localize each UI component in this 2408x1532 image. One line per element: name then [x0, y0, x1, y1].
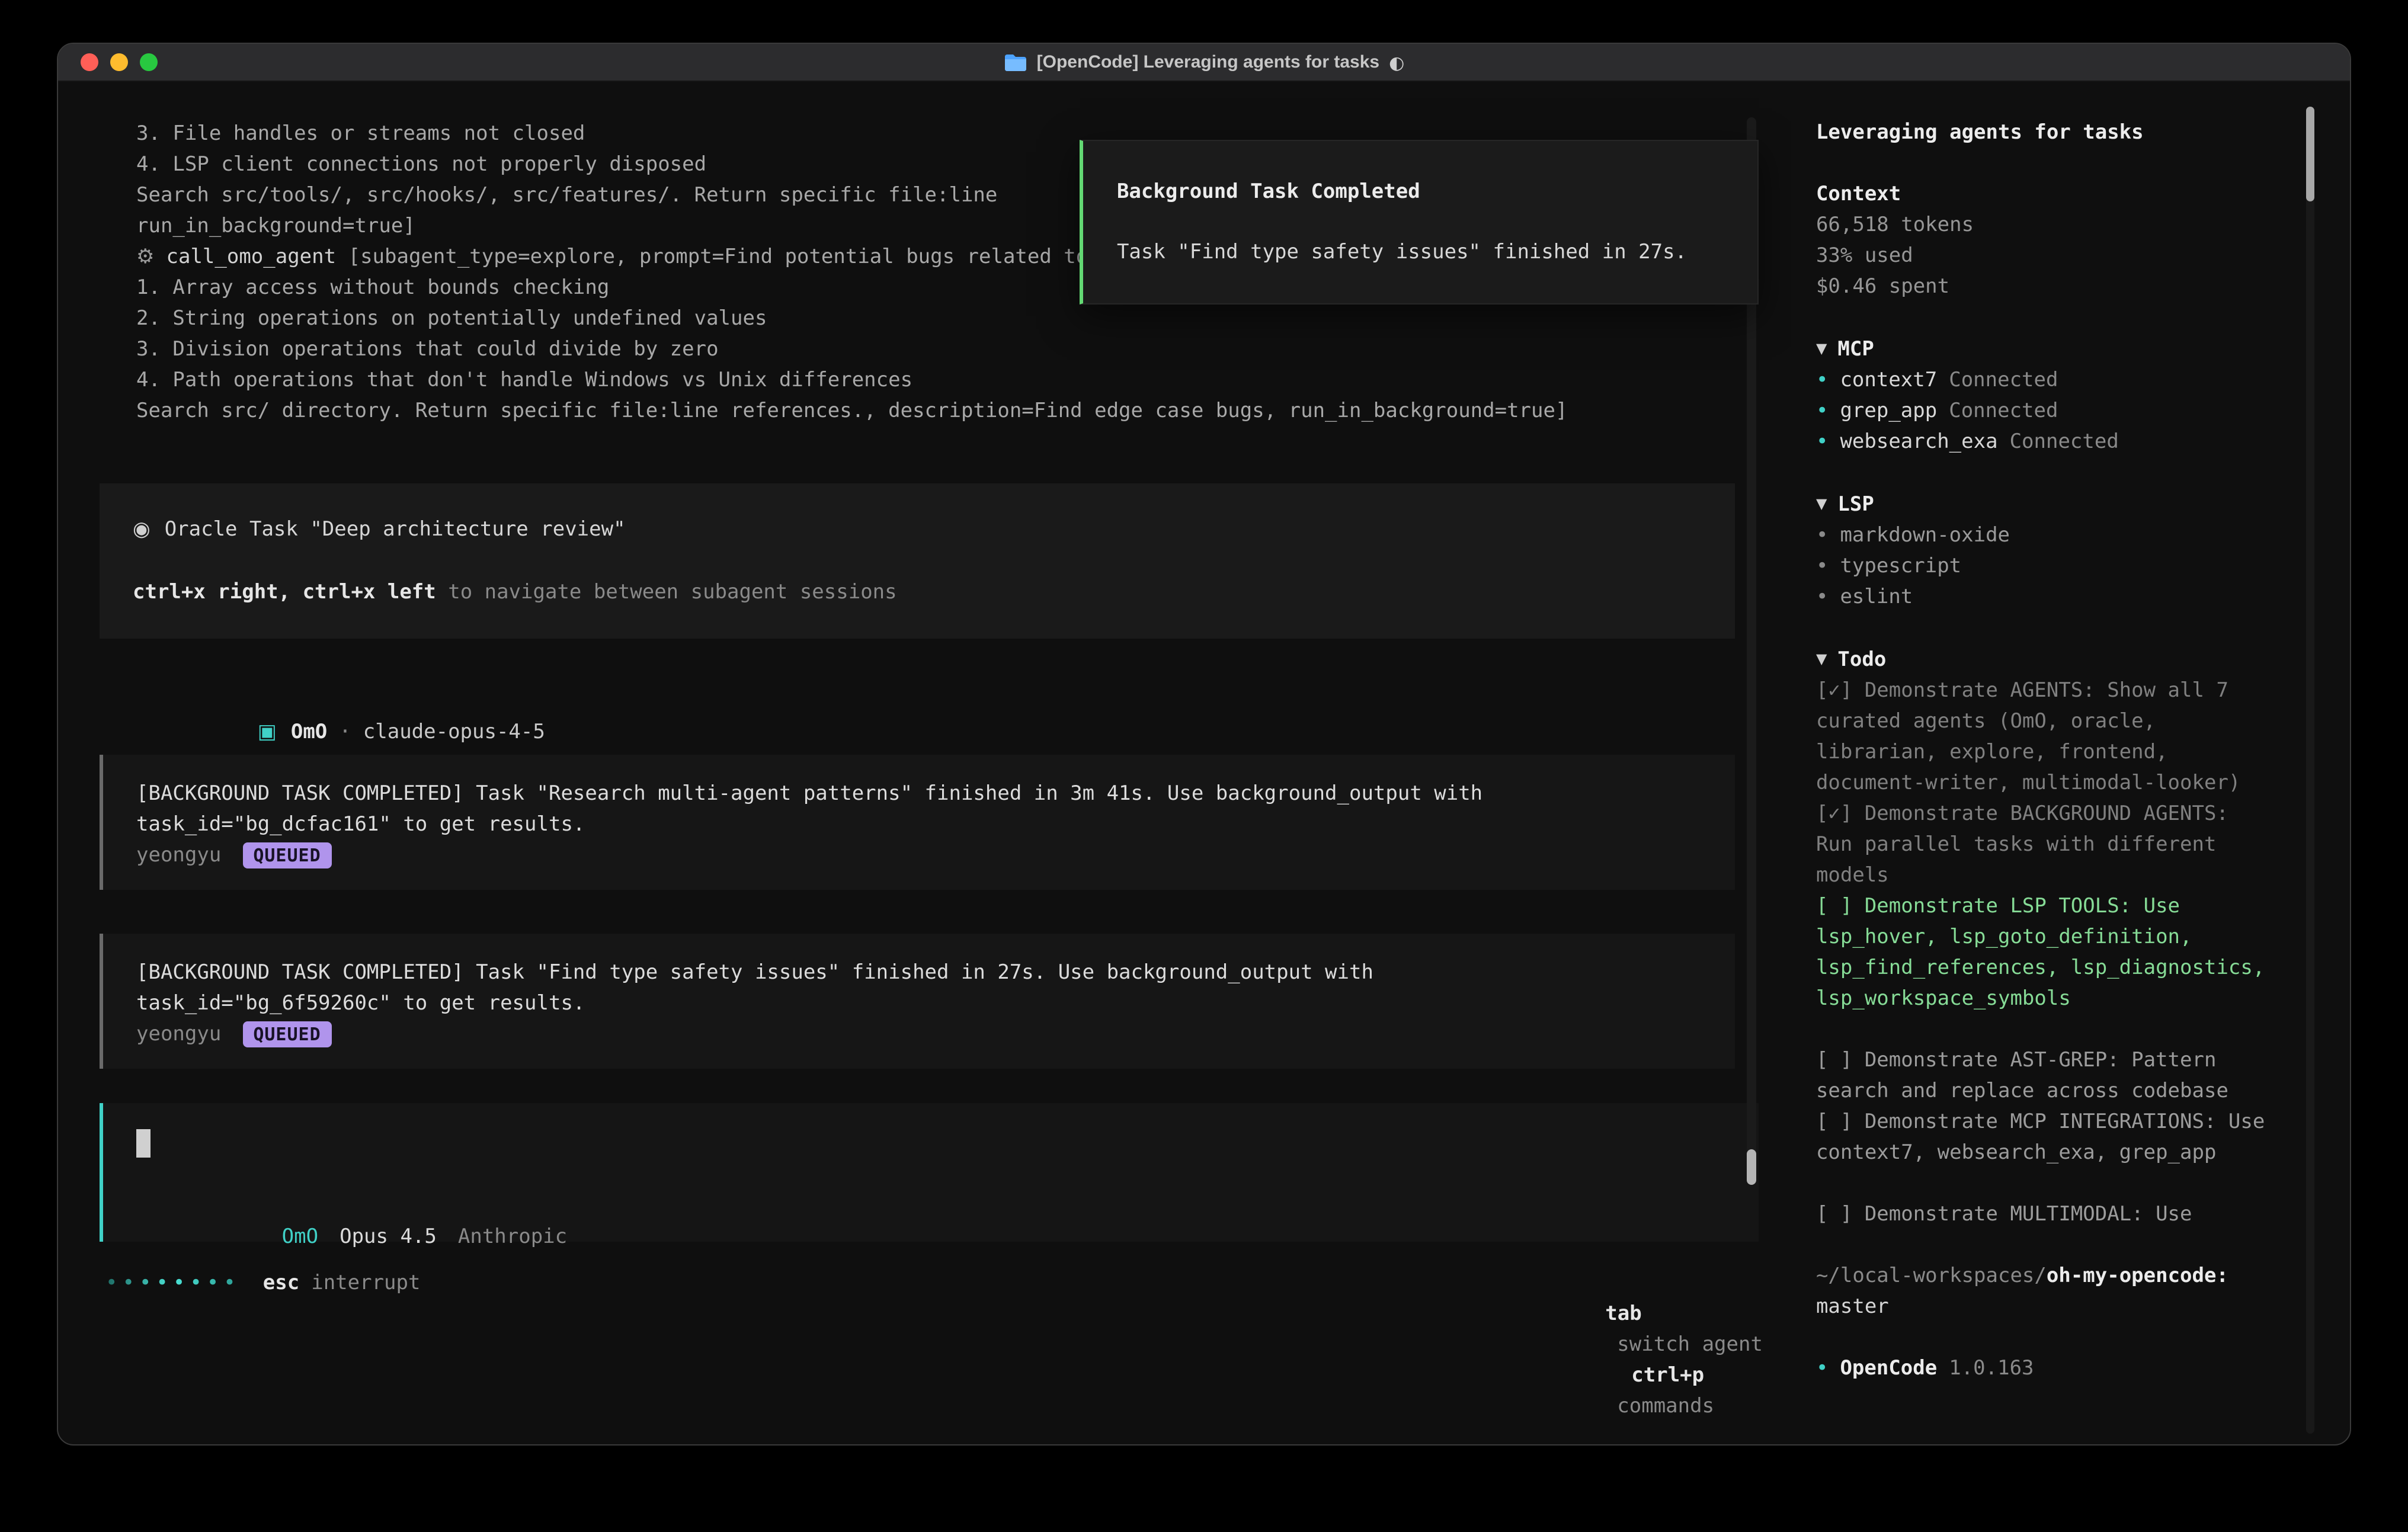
- prompt-input[interactable]: OmOOpus 4.5Anthropic: [100, 1103, 1759, 1242]
- commands-key-hint: ctrl+p: [1631, 1364, 1704, 1387]
- main-scrollbar-thumb[interactable]: [1747, 1149, 1757, 1185]
- commands-key-label: commands: [1617, 1395, 1714, 1418]
- agent-icon: ▣: [258, 720, 277, 744]
- bullet-icon: •: [1816, 555, 1829, 578]
- chevron-down-icon: ▼: [1816, 650, 1827, 667]
- bullet-icon: •: [1816, 430, 1829, 454]
- subagent-nav-hint: ctrl+x right, ctrl+x left to navigate be…: [133, 577, 1702, 608]
- message-text: [BACKGROUND TASK COMPLETED] Task "Find t…: [136, 957, 1735, 988]
- sidebar: Leveraging agents for tasks Context 66,5…: [1791, 82, 2350, 1444]
- todo-item: [ ] Demonstrate LSP TOOLS: Use lsp_hover…: [1816, 891, 2272, 1014]
- message-author: yeongyu: [136, 1019, 221, 1050]
- bullet-icon: •: [1816, 1357, 1829, 1380]
- window-content: 3. File handles or streams not closed 4.…: [58, 82, 2350, 1444]
- workspace-path: ~/local-workspaces/oh-my-opencode: maste…: [1816, 1261, 2272, 1322]
- titlebar[interactable]: [OpenCode] Leveraging agents for tasks ◐: [58, 44, 2350, 82]
- assistant-message: [BACKGROUND TASK COMPLETED] Task "Resear…: [100, 755, 1735, 890]
- zoom-button[interactable]: [140, 53, 158, 71]
- message-meta: yeongyu QUEUED: [136, 840, 1735, 871]
- terminal-window: [OpenCode] Leveraging agents for tasks ◐…: [57, 43, 2351, 1446]
- tool-arg-line: 3. Division operations that could divide…: [58, 334, 1791, 365]
- tool-name: call_omo_agent: [166, 245, 337, 269]
- todo-header[interactable]: ▼Todo: [1816, 643, 2272, 675]
- statusbar: •••••••• esc interrupt tab switch agent …: [58, 1242, 1791, 1444]
- close-button[interactable]: [81, 53, 98, 71]
- message-text: task_id="bg_dcfac161" to get results.: [136, 809, 1735, 840]
- spinner: ••••••••: [105, 1268, 241, 1299]
- subagent-session-panel[interactable]: ◉Oracle Task "Deep architecture review" …: [100, 483, 1735, 639]
- lsp-item: •eslint: [1816, 582, 2272, 613]
- bullet-icon: •: [1816, 368, 1829, 392]
- context-used: 33% used: [1816, 241, 2272, 271]
- lsp-item: •typescript: [1816, 551, 2272, 582]
- separator-dot: ·: [339, 720, 351, 744]
- message-text: [BACKGROUND TASK COMPLETED] Task "Resear…: [136, 778, 1735, 809]
- subagent-title-row: ◉ Oracle Task "Deep architecture review": [133, 514, 1702, 545]
- notification-toast: Background Task Completed Task "Find typ…: [1080, 140, 1759, 305]
- notification-title: Background Task Completed: [1117, 177, 1725, 207]
- tool-arg-line: 2. String operations on potentially unde…: [58, 303, 1791, 334]
- version-row: •OpenCode1.0.163: [1816, 1353, 2272, 1384]
- mcp-item: •grep_appConnected: [1816, 396, 2272, 427]
- todo-item: [ ] Demonstrate MULTIMODAL: Use: [1816, 1199, 2272, 1230]
- agent-model: claude-opus-4-5: [363, 720, 545, 744]
- status-badge: QUEUED: [242, 842, 331, 868]
- tool-arg-line: 4. Path operations that don't handle Win…: [58, 365, 1791, 396]
- oracle-task-icon: ◉: [133, 518, 150, 541]
- chevron-down-icon: ▼: [1816, 495, 1827, 512]
- status-badge: QUEUED: [242, 1021, 331, 1047]
- session-title: Leveraging agents for tasks: [1816, 117, 2272, 148]
- todo-item: [ ] Demonstrate AST-GREP: Pattern search…: [1816, 1045, 2272, 1107]
- bullet-icon: •: [1816, 585, 1829, 609]
- esc-key-label: interrupt: [311, 1268, 420, 1299]
- message-meta: yeongyu QUEUED: [136, 1019, 1735, 1050]
- text-cursor: [136, 1129, 150, 1158]
- bullet-icon: •: [1816, 399, 1829, 423]
- mcp-header[interactable]: ▼MCP: [1816, 333, 2272, 365]
- tab-key-label: switch agent: [1617, 1333, 1763, 1357]
- mcp-item: •context7Connected: [1816, 365, 2272, 396]
- message-author: yeongyu: [136, 840, 221, 871]
- hint-text: to navigate between subagent sessions: [436, 581, 897, 604]
- hint-keys: ctrl+x right, ctrl+x left: [133, 581, 436, 604]
- mcp-item: •websearch_exaConnected: [1816, 427, 2272, 457]
- sidebar-scrollbar-thumb[interactable]: [2306, 107, 2314, 201]
- lsp-item: •markdown-oxide: [1816, 520, 2272, 551]
- traffic-lights: [81, 44, 158, 81]
- window-title-text: [OpenCode] Leveraging agents for tasks: [1037, 52, 1379, 72]
- context-tokens: 66,518 tokens: [1816, 210, 2272, 241]
- agent-name: OmO: [291, 720, 327, 744]
- context-spent: $0.46 spent: [1816, 271, 2272, 302]
- gear-icon: ⚙: [136, 245, 155, 269]
- bullet-icon: •: [1816, 524, 1829, 547]
- assistant-message: [BACKGROUND TASK COMPLETED] Task "Find t…: [100, 934, 1735, 1069]
- sidebar-scrollbar[interactable]: [2306, 107, 2314, 1434]
- esc-key-hint: esc: [263, 1268, 299, 1299]
- desktop: [OpenCode] Leveraging agents for tasks ◐…: [0, 0, 2408, 1532]
- todo-item: [ ] Demonstrate MCP INTEGRATIONS: Use co…: [1816, 1107, 2272, 1168]
- subagent-title: Oracle Task "Deep architecture review": [165, 518, 626, 541]
- tool-arg-line: Search src/ directory. Return specific f…: [58, 396, 1791, 427]
- tab-key-hint: tab: [1605, 1302, 1641, 1326]
- lsp-header[interactable]: ▼LSP: [1816, 488, 2272, 520]
- chevron-down-icon: ▼: [1816, 340, 1827, 357]
- statusbar-right: tab switch agent ctrl+p commands: [1460, 1268, 1763, 1444]
- window-title: [OpenCode] Leveraging agents for tasks ◐: [1004, 52, 1405, 73]
- context-header: Context: [1816, 179, 2272, 210]
- agent-header: ▣OmO·claude-opus-4-5: [136, 686, 1791, 717]
- input-meta: OmOOpus 4.5Anthropic: [136, 1191, 1759, 1222]
- notification-body: Task "Find type safety issues" finished …: [1117, 237, 1725, 268]
- chat-area: 3. File handles or streams not closed 4.…: [58, 82, 1791, 1444]
- session-state-icon: ◐: [1389, 52, 1404, 73]
- todo-item: [✓] Demonstrate BACKGROUND AGENTS: Run p…: [1816, 799, 2272, 891]
- folder-icon: [1004, 53, 1027, 72]
- message-text: task_id="bg_6f59260c" to get results.: [136, 988, 1735, 1019]
- todo-item: [✓] Demonstrate AGENTS: Show all 7 curat…: [1816, 675, 2272, 799]
- minimize-button[interactable]: [110, 53, 128, 71]
